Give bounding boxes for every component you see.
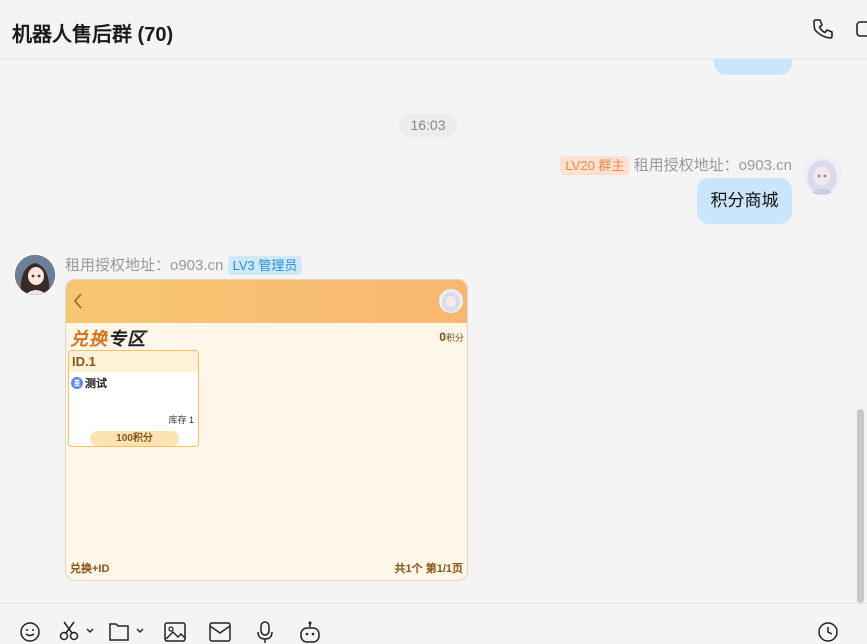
microphone-icon[interactable] [253, 620, 277, 644]
chat-header: 机器人售后群 (70) [0, 0, 867, 59]
avatar[interactable] [802, 155, 842, 195]
robot-icon[interactable] [298, 620, 322, 644]
scissors-icon[interactable] [58, 620, 98, 644]
shop-card-message[interactable]: 兑换专区 0积分 ID.1 测试 库存 1 100积分 兑换+ID 共1个 第1… [65, 279, 468, 581]
card-footer-hint: 兑换+ID [70, 563, 110, 575]
back-arrow-icon[interactable] [73, 293, 83, 309]
owner-badge: LV20 群主 [560, 156, 630, 175]
scrollbar[interactable] [857, 409, 864, 603]
avatar[interactable] [15, 255, 55, 295]
card-title: 兑换专区 [70, 329, 146, 349]
group-title: 机器人售后群 (70) [12, 24, 174, 46]
timestamp: 16:03 [399, 113, 457, 137]
item-id: ID.1 [69, 351, 198, 372]
sender-meta: LV20 群主 租用授权地址：o903.cn [560, 154, 792, 175]
product-item[interactable]: ID.1 测试 库存 1 100积分 [68, 350, 199, 447]
video-call-icon[interactable] [855, 17, 867, 41]
image-icon[interactable] [163, 620, 187, 644]
card-avatar [439, 289, 463, 313]
item-stock: 库存 1 [168, 415, 194, 425]
admin-badge: LV3 管理员 [227, 256, 303, 275]
item-price: 100积分 [90, 431, 179, 446]
previous-message-bubble [714, 59, 792, 75]
sender-name[interactable]: 租用授权地址：o903.cn [65, 257, 223, 274]
card-header [66, 280, 467, 323]
sender-meta: 租用授权地址：o903.cn LV3 管理员 [65, 254, 303, 275]
input-toolbar [0, 603, 867, 643]
phone-icon[interactable] [811, 17, 835, 41]
folder-icon[interactable] [108, 620, 148, 644]
sender-name[interactable]: 租用授权地址：o903.cn [634, 157, 792, 174]
card-pagination: 共1个 第1/1页 [394, 563, 463, 575]
item-name: 测试 [71, 375, 107, 391]
envelope-icon[interactable] [208, 620, 232, 644]
clock-icon[interactable] [816, 620, 840, 644]
emoji-icon[interactable] [18, 620, 42, 644]
points-balance: 0积分 [439, 330, 464, 344]
menu-icon [71, 377, 83, 389]
message-bubble[interactable]: 积分商城 [697, 178, 792, 224]
